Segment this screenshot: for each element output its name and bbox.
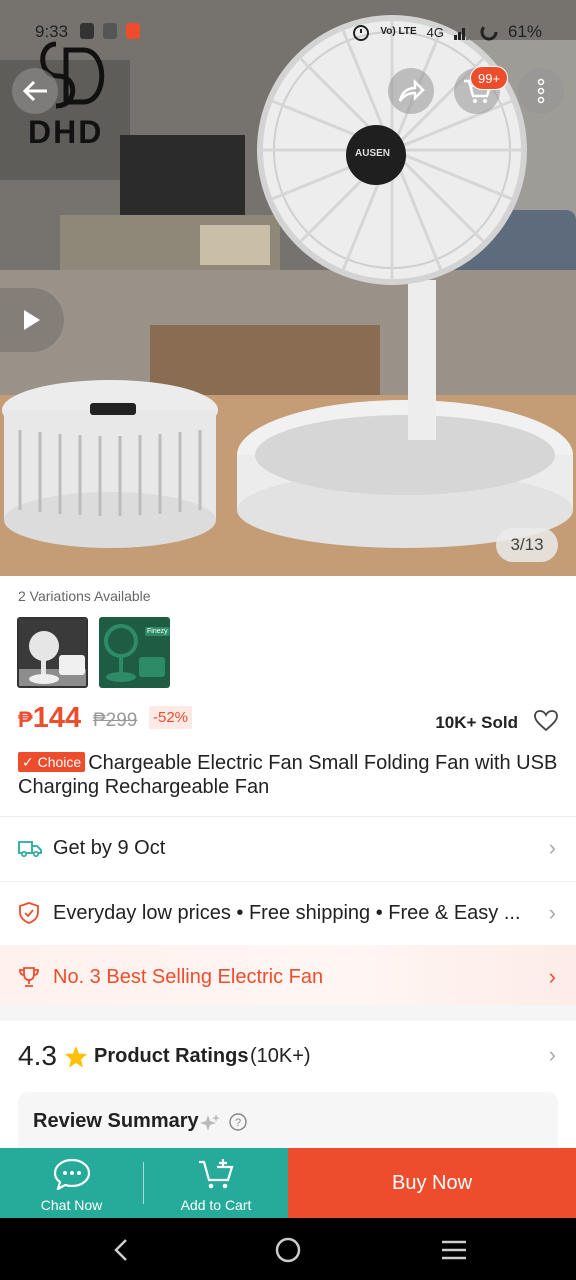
ratings-row[interactable]: 4.3 Product Ratings (10K+) › — [18, 1038, 558, 1078]
chat-now-button[interactable]: Chat Now — [0, 1148, 143, 1218]
star-icon — [65, 1046, 87, 1068]
delivery-text: Get by 9 Oct — [53, 836, 166, 859]
more-button[interactable] — [518, 68, 564, 114]
add-cart-icon — [199, 1159, 234, 1189]
chevron-right-icon: › — [548, 1042, 556, 1067]
system-nav-bar — [0, 1218, 576, 1280]
ratings-count: (10K+) — [250, 1045, 311, 1067]
price-row: ₱144 ₱299 -52% 10K+ Sold — [18, 700, 558, 740]
guarantee-row[interactable]: Everyday low prices • Free shipping • Fr… — [0, 881, 576, 945]
share-button[interactable] — [388, 68, 434, 114]
more-icon — [537, 78, 545, 104]
back-arrow-icon — [22, 80, 47, 102]
discount-badge: -52% — [149, 706, 193, 729]
back-button[interactable] — [12, 68, 58, 114]
cart-count-badge: 99+ — [470, 66, 509, 90]
variation-tag: Finezy — [145, 627, 170, 636]
choice-badge: ✓ Choice — [18, 752, 86, 772]
product-title: ✓ Choice Chargeable Electric Fan Small Fo… — [18, 751, 558, 799]
sold-count: 10K+ Sold — [435, 713, 518, 732]
currency-symbol: ₱ — [18, 707, 33, 732]
chevron-right-icon: › — [548, 835, 556, 860]
nav-back-icon[interactable] — [112, 1238, 130, 1262]
buy-now-button[interactable]: Buy Now — [288, 1148, 576, 1218]
review-summary-title: Review Summary — [33, 1110, 199, 1132]
variation-thumb-green[interactable]: Finezy — [99, 617, 170, 688]
sparkle-icon — [200, 1114, 220, 1131]
help-icon[interactable]: ? — [229, 1113, 247, 1131]
play-video-button[interactable] — [0, 288, 64, 352]
lte-indicator: Vo) LTE — [380, 26, 417, 37]
nav-recents-icon[interactable] — [440, 1239, 468, 1261]
shopee-app-icon — [126, 23, 140, 39]
bestseller-text: No. 3 Best Selling Electric Fan — [53, 965, 324, 988]
bottom-action-bar: Chat Now Add to Cart Buy Now — [0, 1148, 576, 1218]
network-type: 4G — [426, 24, 444, 40]
delivery-row[interactable]: Get by 9 Oct › — [0, 816, 576, 880]
chat-now-label: Chat Now — [40, 1197, 103, 1213]
add-to-cart-button[interactable]: Add to Cart — [144, 1148, 288, 1218]
guarantee-text: Everyday low prices • Free shipping • Fr… — [53, 901, 521, 924]
favorite-heart-icon[interactable] — [534, 710, 558, 732]
ratings-label: Product Ratings — [94, 1045, 249, 1067]
signal-icon — [453, 24, 469, 40]
nav-home-icon[interactable] — [275, 1237, 301, 1263]
bestseller-row[interactable]: No. 3 Best Selling Electric Fan › — [0, 945, 576, 1009]
fan-brand-label: AUSEN — [355, 148, 391, 159]
chat-bubble-icon — [53, 1158, 90, 1190]
battery-ring-icon — [480, 23, 498, 41]
battery-level: 61% — [507, 22, 542, 41]
current-price: ₱144 — [18, 702, 81, 735]
chevron-right-icon: › — [548, 964, 556, 989]
current-price-value: 144 — [32, 702, 82, 734]
rating-score: 4.3 — [18, 1040, 57, 1071]
variation-thumb-white[interactable] — [17, 617, 88, 688]
original-price: ₱299 — [93, 710, 138, 731]
trophy-icon — [19, 967, 39, 987]
product-image-gallery[interactable]: 9:33 Vo) LTE 4G 61% DHD 99+ AUSEN 3/13 — [0, 0, 576, 576]
image-counter: 3/13 — [496, 528, 558, 562]
play-icon — [24, 310, 40, 330]
delivery-truck-icon — [18, 841, 42, 857]
shield-check-icon — [19, 902, 39, 924]
chevron-right-icon: › — [548, 900, 556, 925]
variation-image-white — [19, 619, 86, 686]
product-title-text: Chargeable Electric Fan Small Folding Fa… — [18, 752, 558, 798]
add-to-cart-label: Add to Cart — [180, 1197, 252, 1213]
variations-label: 2 Variations Available — [18, 588, 151, 604]
svg-text:?: ? — [235, 1117, 241, 1129]
alarm-icon — [353, 25, 370, 41]
brand-logo-text: DHD — [28, 114, 104, 150]
section-gap — [0, 1005, 576, 1021]
share-icon — [398, 79, 425, 102]
